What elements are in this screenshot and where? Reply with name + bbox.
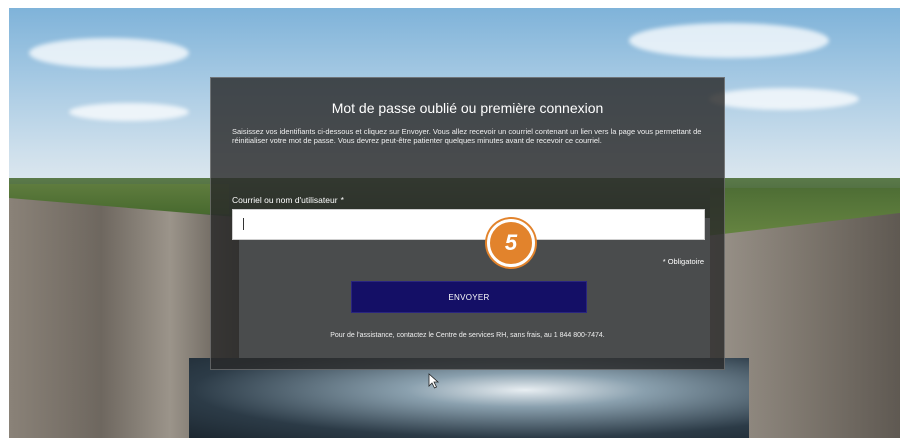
step-number: 5 (504, 230, 518, 255)
password-reset-dialog: Mot de passe oublié ou première connexio… (210, 77, 725, 370)
username-field-label: Courriel ou nom d'utilisateur * (232, 195, 344, 205)
mouse-pointer-icon (428, 373, 440, 389)
text-caret (243, 218, 244, 230)
required-marker: * (340, 195, 344, 205)
username-input[interactable] (232, 209, 705, 240)
dialog-title: Mot de passe oublié ou première connexio… (331, 100, 604, 116)
username-label-text: Courriel ou nom d'utilisateur (232, 195, 338, 205)
help-text: Pour de l'assistance, contactez le Centr… (330, 332, 605, 339)
step-annotation-badge: 5 (487, 219, 535, 267)
submit-button[interactable]: ENVOYER (351, 281, 587, 313)
required-note: * Obligatoire (662, 257, 704, 266)
dialog-description: Saisissez vos identifiants ci-dessous et… (232, 127, 702, 145)
